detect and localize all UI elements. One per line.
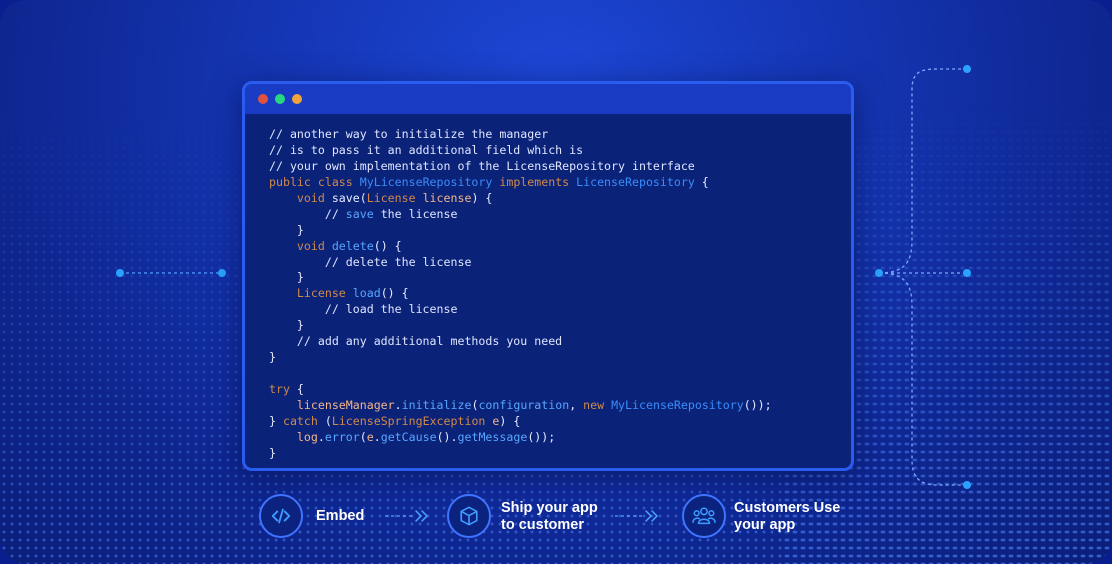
embed-step-label: Embed bbox=[316, 508, 365, 524]
customers-step-text: Customers Use your app bbox=[734, 500, 841, 533]
embed-step-icon bbox=[259, 494, 303, 538]
arrow-icon bbox=[615, 510, 659, 522]
users-icon bbox=[692, 507, 716, 525]
customers-step-label: Customers Use your app bbox=[734, 500, 840, 534]
customers-step-icon bbox=[682, 494, 726, 538]
hero-illustration: // another way to initialize the manager… bbox=[0, 0, 1112, 564]
ship-step-label: Ship your app to customer bbox=[501, 500, 598, 534]
arrow-icon bbox=[385, 510, 429, 522]
cube-icon bbox=[460, 506, 478, 526]
ship-step-text: Ship your app to customer bbox=[501, 500, 598, 533]
code-icon bbox=[271, 508, 291, 524]
workflow-steps: Embed Ship your app to customer Customer… bbox=[0, 0, 1112, 564]
ship-step-icon bbox=[447, 494, 491, 538]
